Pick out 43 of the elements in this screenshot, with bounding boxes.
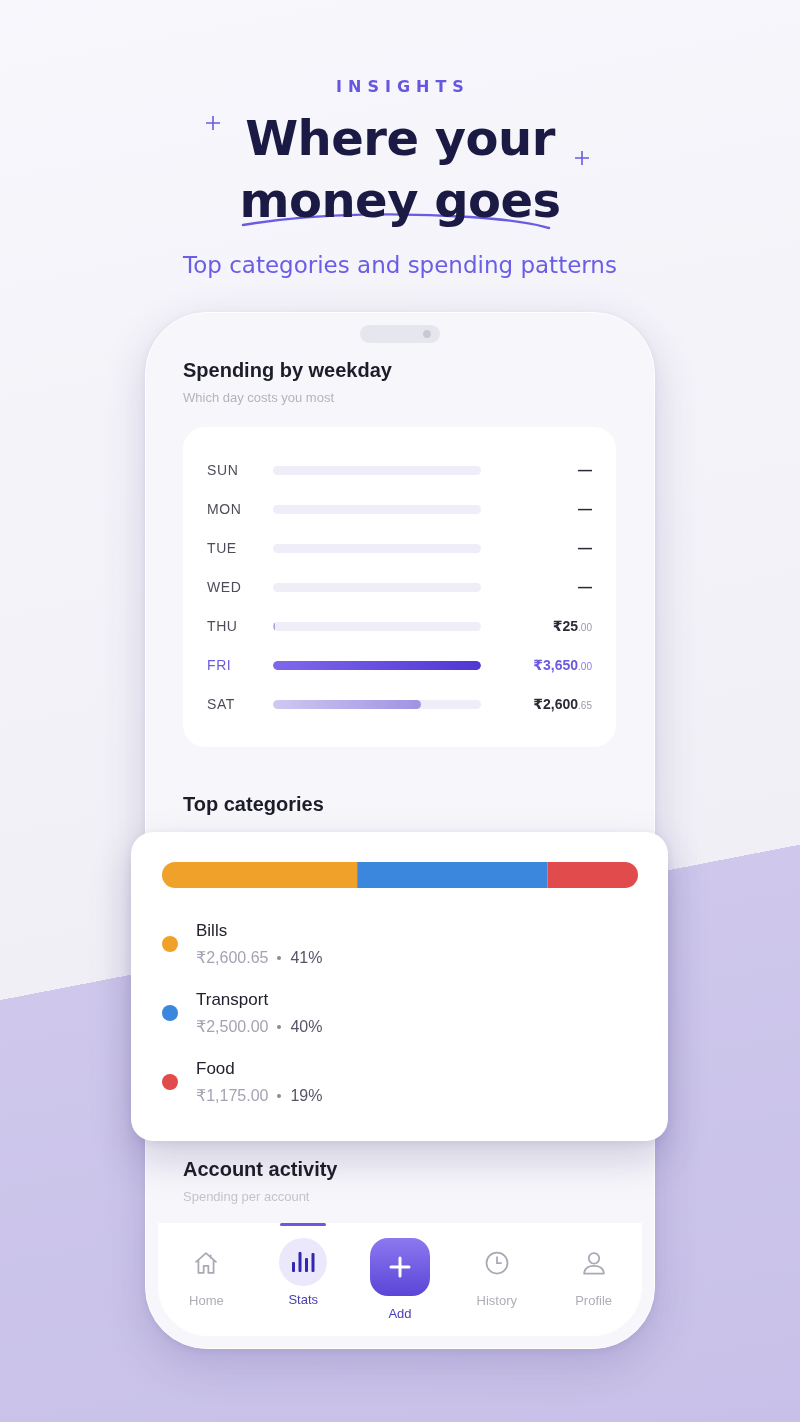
category-amount: ₹1,175.00 bbox=[196, 1086, 269, 1106]
plus-sparkle-icon bbox=[206, 116, 220, 130]
category-percent: 41% bbox=[290, 948, 323, 968]
nav-tab[interactable]: Home bbox=[158, 1223, 255, 1309]
selected-indicator bbox=[280, 1223, 327, 1226]
amount-text: — bbox=[578, 579, 592, 595]
plus-icon bbox=[370, 1238, 430, 1296]
bar-chart-icon bbox=[279, 1238, 328, 1286]
category-amount: ₹2,600.65 bbox=[196, 948, 269, 968]
amount-text: ₹2,600.65 bbox=[533, 696, 592, 712]
amount-text: ₹25.00 bbox=[552, 618, 592, 634]
amount-text: — bbox=[578, 501, 592, 517]
day-label: FRI bbox=[207, 657, 232, 673]
section-title: Account activity bbox=[183, 1157, 338, 1181]
plus-sparkle-icon bbox=[575, 151, 589, 165]
day-label: WED bbox=[207, 579, 242, 595]
category-name: Transport bbox=[196, 989, 269, 1011]
section-title: Top categories bbox=[183, 792, 324, 816]
day-label: TUE bbox=[207, 540, 237, 556]
section-subtitle: Which day costs you most bbox=[183, 390, 334, 406]
section-title: Spending by weekday bbox=[183, 358, 392, 382]
day-label: THU bbox=[207, 618, 238, 634]
day-label: SAT bbox=[207, 696, 235, 712]
subtitle: Top categories and spending patterns bbox=[183, 251, 617, 280]
category-percent: 40% bbox=[290, 1017, 323, 1037]
amount-text: — bbox=[578, 462, 592, 478]
day-label: SUN bbox=[207, 462, 239, 478]
nav-tab[interactable]: Profile bbox=[545, 1223, 642, 1309]
category-amount: ₹2,500.00 bbox=[196, 1017, 269, 1037]
separator-dot-icon bbox=[277, 1094, 282, 1098]
camera-notch-icon bbox=[360, 325, 440, 343]
add-button[interactable]: Add bbox=[351, 1223, 449, 1322]
nav-tab[interactable]: History bbox=[448, 1223, 546, 1309]
category-name: Food bbox=[196, 1058, 235, 1080]
eyebrow-label: INSIGHTS bbox=[335, 78, 470, 96]
nav-tab[interactable]: Stats bbox=[254, 1223, 352, 1308]
amount-text: — bbox=[578, 540, 592, 556]
category-name: Bills bbox=[196, 920, 228, 942]
day-label: MON bbox=[207, 501, 242, 517]
separator-dot-icon bbox=[277, 1025, 282, 1029]
category-percent: 19% bbox=[290, 1086, 323, 1106]
amount-text: ₹3,650.00 bbox=[533, 657, 592, 673]
separator-dot-icon bbox=[277, 956, 282, 960]
